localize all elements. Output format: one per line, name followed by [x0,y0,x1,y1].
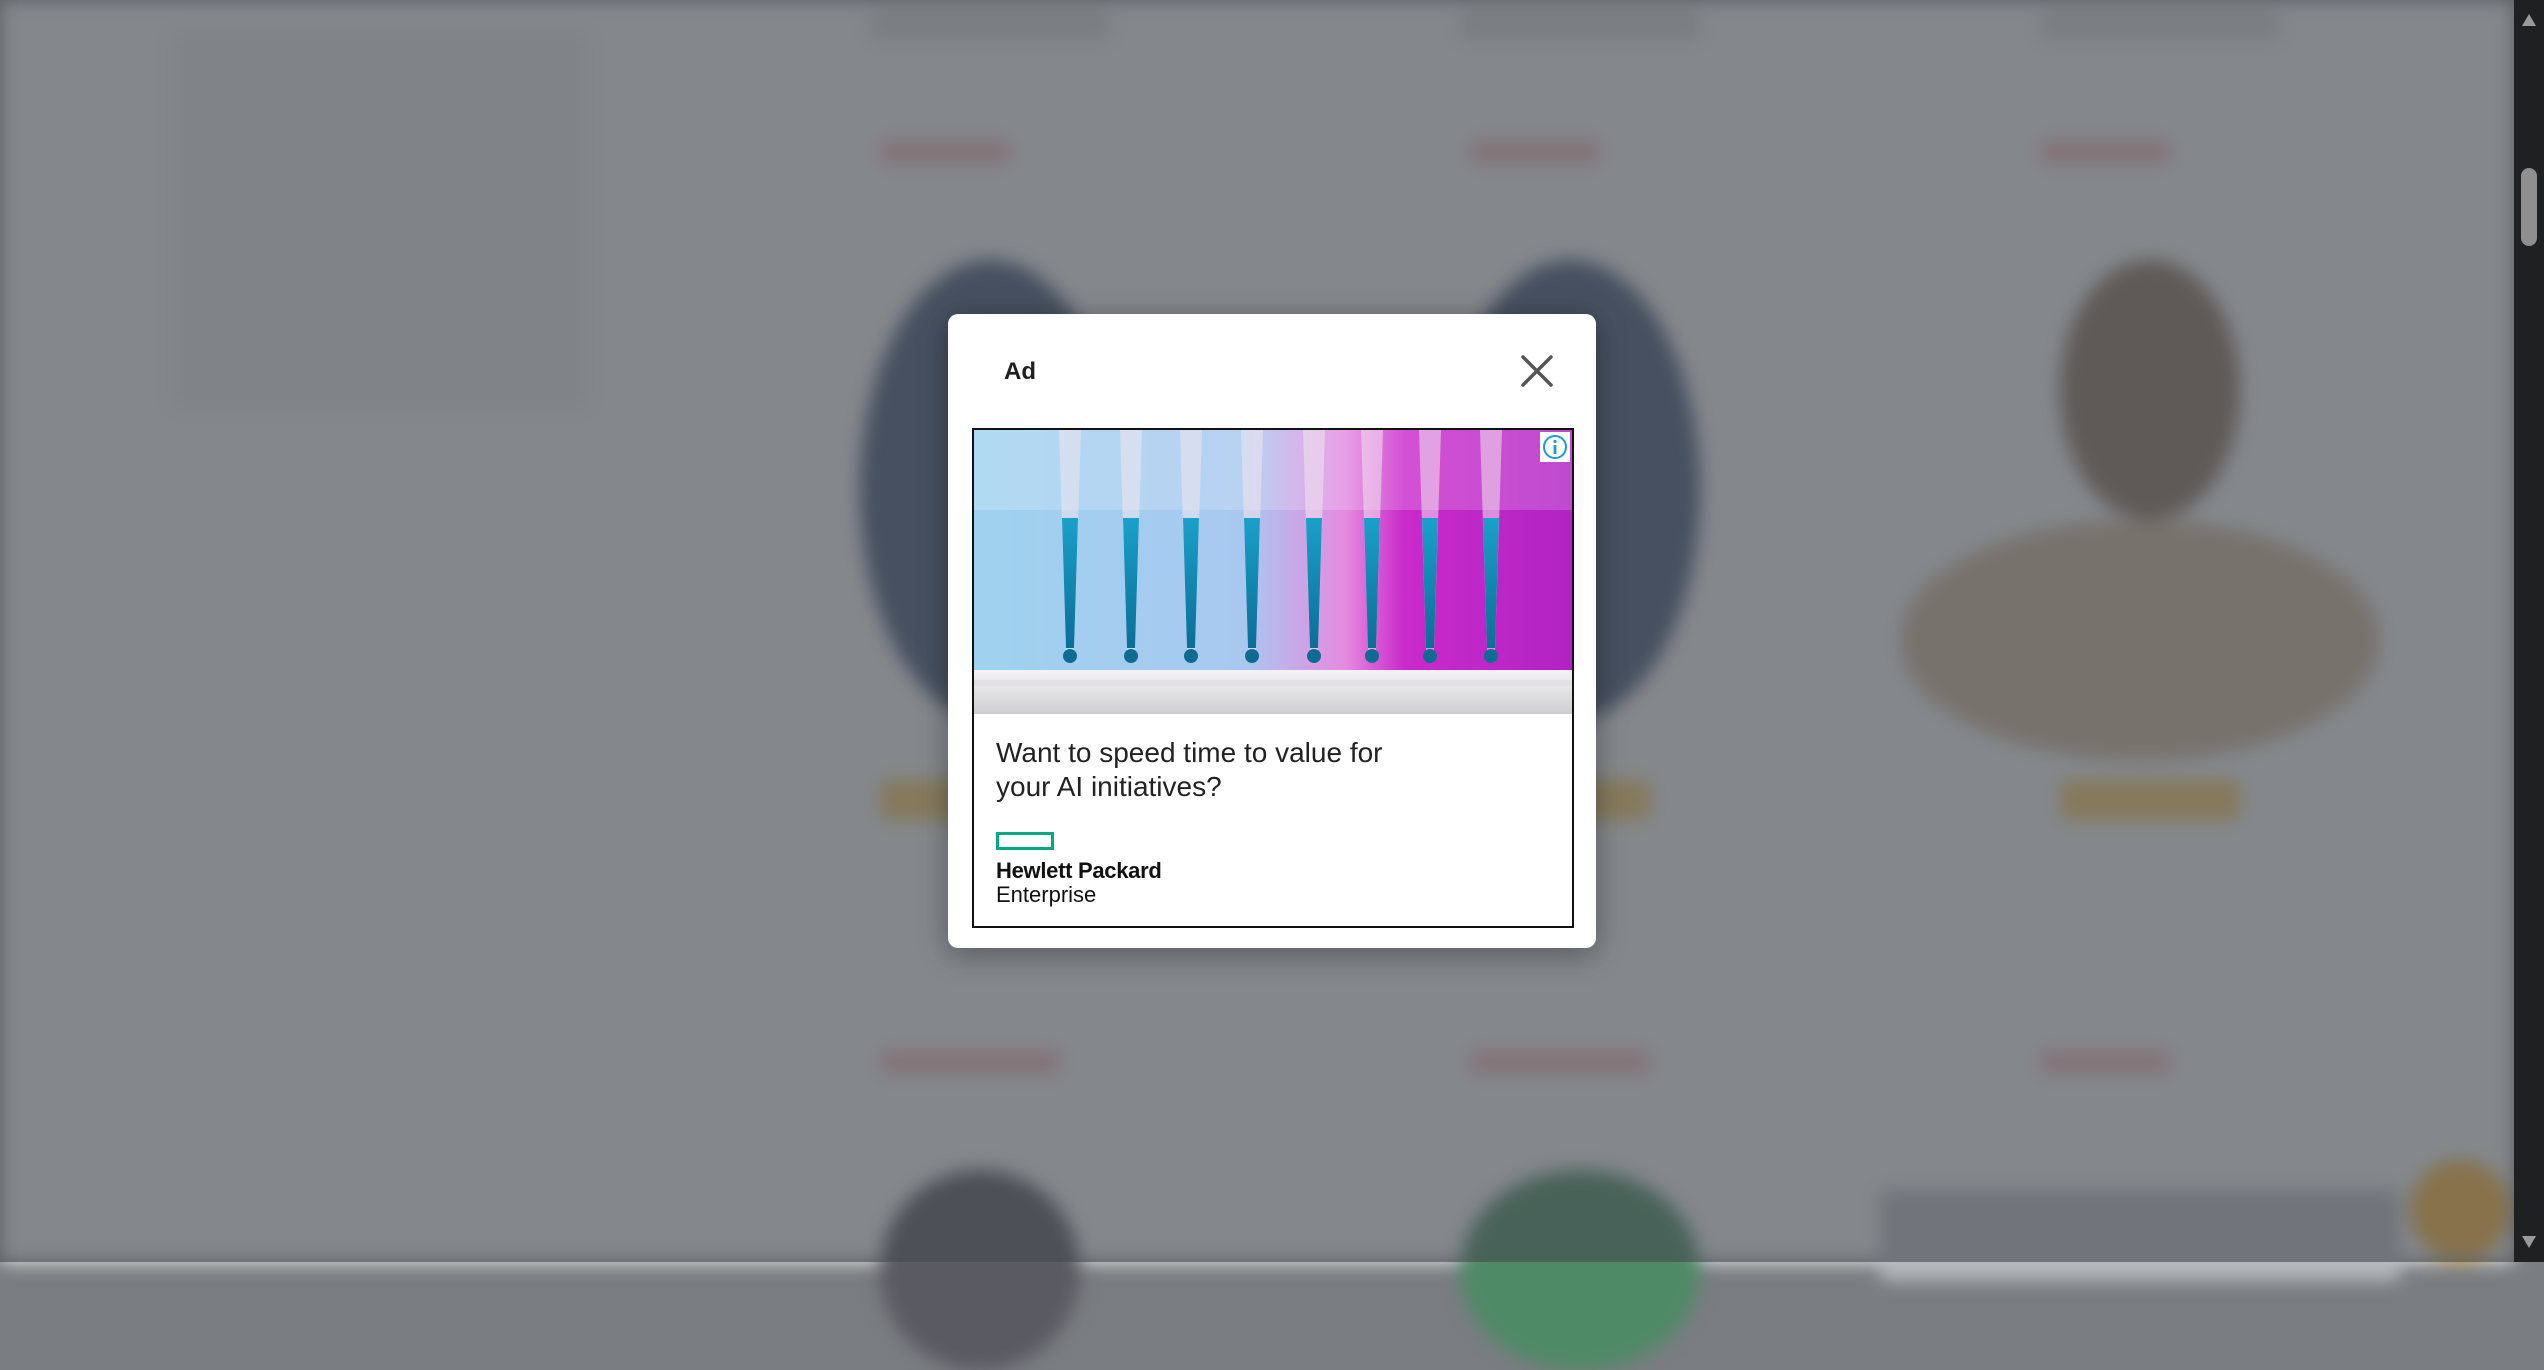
pipette-droplet [1365,649,1379,663]
vertical-scrollbar[interactable] [2514,0,2544,1262]
hpe-logo-rectangle-icon [996,832,1054,850]
close-button[interactable] [1516,350,1558,392]
pipette-droplet [1063,649,1077,663]
close-icon[interactable] [1516,350,1558,392]
pipette-droplet [1307,649,1321,663]
pipette-droplet [1423,649,1437,663]
ad-creative[interactable]: Want to speed time to value for your AI … [972,428,1574,928]
scroll-down-arrow-icon[interactable] [2522,1236,2536,1248]
modal-title: Ad [1004,358,1036,385]
scroll-up-arrow-icon[interactable] [2522,14,2536,26]
pipette-tips-image[interactable] [974,430,1572,714]
brand-name-line1: Hewlett Packard [996,858,1162,883]
ad-modal: Ad Want to speed time to value for your … [948,314,1596,948]
scrollbar-thumb[interactable] [2521,168,2537,246]
brand-name-line2: Enterprise [996,882,1097,907]
info-icon[interactable] [1540,432,1570,462]
ad-info-icon[interactable] [1540,432,1570,462]
pipette-droplet [1245,649,1259,663]
pipette-droplet [1184,649,1198,663]
pipette-droplet [1484,649,1498,663]
pipette-droplet [1124,649,1138,663]
ad-headline[interactable]: Want to speed time to value for your AI … [996,736,1416,804]
hpe-logo[interactable]: Hewlett Packard Enterprise [996,832,1162,907]
